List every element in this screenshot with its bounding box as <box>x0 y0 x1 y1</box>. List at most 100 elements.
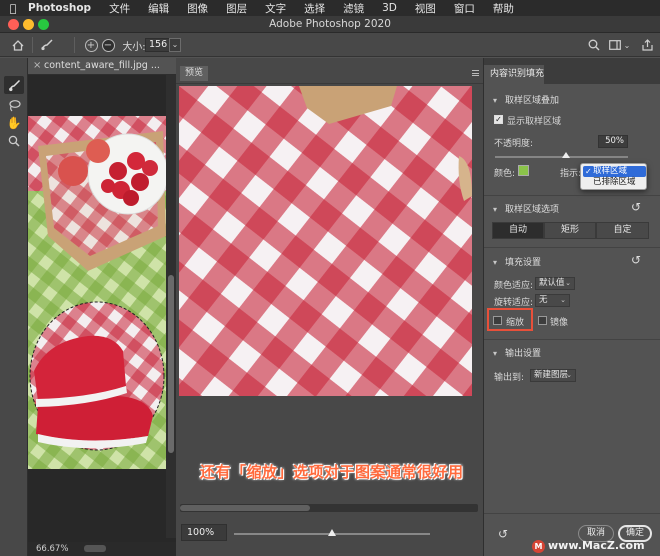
color-label: 颜色: <box>494 169 516 179</box>
preview-header: 预览 <box>176 58 483 84</box>
menu-help[interactable]: 帮助 <box>484 1 523 16</box>
menu-view[interactable]: 视图 <box>406 1 445 16</box>
reset-icon[interactable]: ↺ <box>629 200 643 214</box>
chevron-down-icon: ▾ <box>493 205 498 214</box>
size-label: 大小: <box>122 41 146 53</box>
document-tab[interactable]: × content_aware_fill.jpg ... <box>28 58 176 75</box>
macos-menubar:  Photoshop 文件 编辑 图像 图层 文字 选择 滤镜 3D 视图 窗… <box>0 0 660 16</box>
rotation-adapt-select[interactable]: 无 ⌄ <box>535 294 570 307</box>
workspace-icon[interactable] <box>608 37 622 53</box>
content-aware-fill-panel: 内容识别填充 ▾ 取样区域叠加 ✓ 显示取样区域 不透明度: 50% 颜色: 指示… <box>483 58 660 556</box>
select-value: 新建图层 <box>534 370 569 380</box>
home-icon[interactable] <box>10 37 26 53</box>
chevron-down-icon: ▾ <box>493 349 498 358</box>
panel-menu-icon[interactable] <box>472 70 479 76</box>
chevron-down-icon: ⌄ <box>565 279 571 287</box>
output-to-select[interactable]: 新建图层 ⌄ <box>530 369 576 382</box>
share-icon[interactable] <box>640 37 654 53</box>
section-title: 输出设置 <box>505 349 542 359</box>
preview-zoom-input[interactable]: 100% <box>181 524 227 541</box>
options-bar: + − 大小: 156 ⌄ ⌄ <box>0 33 660 57</box>
menu-select[interactable]: 选择 <box>295 1 334 16</box>
document-status-bar: 66.67% <box>28 542 176 556</box>
brush-preset-icon[interactable] <box>38 37 56 53</box>
section-title: 取样区域叠加 <box>505 96 560 106</box>
tab-content-aware-fill[interactable]: 内容识别填充 <box>484 65 544 84</box>
preview-horizontal-scrollbar[interactable] <box>180 504 478 512</box>
indicate-label: 指示: <box>560 169 582 179</box>
document-horizontal-scrollbar[interactable] <box>84 545 106 552</box>
document-canvas[interactable] <box>28 116 166 469</box>
menu-image[interactable]: 图像 <box>178 1 217 16</box>
section-sampling-overlay[interactable]: ▾ 取样区域叠加 <box>493 93 559 106</box>
select-value: 无 <box>539 295 548 305</box>
opacity-label: 不透明度: <box>494 139 534 149</box>
menu-app-name[interactable]: Photoshop <box>26 2 100 14</box>
show-sampling-checkbox[interactable]: ✓ <box>494 115 503 124</box>
window-title: Adobe Photoshop 2020 <box>269 18 391 30</box>
indicate-option-excluded[interactable]: 已排除区域 <box>583 177 646 188</box>
chevron-down-icon: ⌄ <box>560 296 566 304</box>
checkmark-icon: ✓ <box>585 167 592 176</box>
size-dropdown-chevron-icon[interactable]: ⌄ <box>169 38 181 52</box>
menu-edit[interactable]: 编辑 <box>139 1 178 16</box>
add-to-mask-button[interactable]: + <box>84 37 98 53</box>
select-value: 默认值 <box>539 278 565 288</box>
opacity-input[interactable]: 50% <box>598 135 628 148</box>
document-tab-name: content_aware_fill.jpg ... <box>44 60 160 71</box>
search-icon[interactable] <box>587 37 601 53</box>
preview-tab[interactable]: 预览 <box>180 66 208 81</box>
chevron-down-icon: ⌄ <box>566 371 572 379</box>
document-zoom-readout: 66.67% <box>36 544 69 554</box>
tutorial-caption: 还有「缩放」选项对于图案通常很好用 <box>200 463 464 481</box>
section-fill-settings[interactable]: ▾ 填充设置 <box>493 255 541 268</box>
reset-icon[interactable]: ↺ <box>629 253 643 267</box>
scale-label: 缩放 <box>506 318 525 328</box>
preview-zoom-slider[interactable] <box>234 529 430 536</box>
mirror-checkbox[interactable] <box>538 316 547 325</box>
document-panel: × content_aware_fill.jpg ... 66.67% <box>28 58 176 556</box>
size-input[interactable]: 156 <box>145 38 171 52</box>
section-sampling-options[interactable]: ▾ 取样区域选项 <box>493 202 559 215</box>
rotation-adapt-label: 旋转适应: <box>494 298 534 308</box>
opacity-slider-knob[interactable] <box>562 152 570 158</box>
zoom-icon[interactable] <box>4 132 24 150</box>
mirror-label: 镜像 <box>550 318 569 328</box>
section-title: 取样区域选项 <box>505 205 560 215</box>
tools-panel: ✋ <box>0 58 28 556</box>
menu-layer[interactable]: 图层 <box>217 1 256 16</box>
output-to-label: 输出到: <box>494 373 525 383</box>
scale-checkbox[interactable] <box>493 316 502 325</box>
sampling-auto-button[interactable]: 自动 <box>492 222 544 239</box>
menu-window[interactable]: 窗口 <box>445 1 484 16</box>
subtract-from-mask-button[interactable]: − <box>101 37 115 53</box>
chevron-down-icon: ▾ <box>493 258 498 267</box>
document-vertical-scrollbar[interactable] <box>166 75 176 538</box>
menu-3d[interactable]: 3D <box>373 2 406 14</box>
lasso-icon[interactable] <box>4 96 24 114</box>
indicate-dropdown[interactable]: ✓ 取样区域 已排除区域 <box>580 163 647 190</box>
sampling-custom-button[interactable]: 自定 <box>596 222 649 239</box>
sampling-rectangle-button[interactable]: 矩形 <box>544 222 596 239</box>
menu-filter[interactable]: 滤镜 <box>334 1 373 16</box>
preview-canvas[interactable] <box>179 86 472 396</box>
preview-zoom-slider-knob[interactable] <box>328 529 336 536</box>
overlay-color-swatch[interactable] <box>518 165 529 176</box>
reset-all-icon[interactable]: ↺ <box>498 527 508 541</box>
option-label: 取样区域 <box>593 166 628 176</box>
workspace-chevron-icon[interactable]: ⌄ <box>622 37 632 53</box>
hand-icon[interactable]: ✋ <box>4 114 24 132</box>
menu-type[interactable]: 文字 <box>256 1 295 16</box>
apple-icon[interactable]:  <box>0 2 26 15</box>
menu-file[interactable]: 文件 <box>100 1 139 16</box>
section-title: 填充设置 <box>505 258 542 268</box>
section-output-settings[interactable]: ▾ 输出设置 <box>493 346 541 359</box>
color-adapt-select[interactable]: 默认值 ⌄ <box>535 277 575 290</box>
window-titlebar: Adobe Photoshop 2020 <box>0 16 660 33</box>
close-tab-icon[interactable]: × <box>33 60 41 71</box>
watermark: Mwww.MacZ.com <box>532 539 645 553</box>
color-adapt-label: 颜色适应: <box>494 281 534 291</box>
indicate-option-sampling[interactable]: ✓ 取样区域 <box>583 166 646 177</box>
watermark-text: www.MacZ.com <box>548 539 645 552</box>
sampling-brush-icon[interactable] <box>4 76 24 94</box>
